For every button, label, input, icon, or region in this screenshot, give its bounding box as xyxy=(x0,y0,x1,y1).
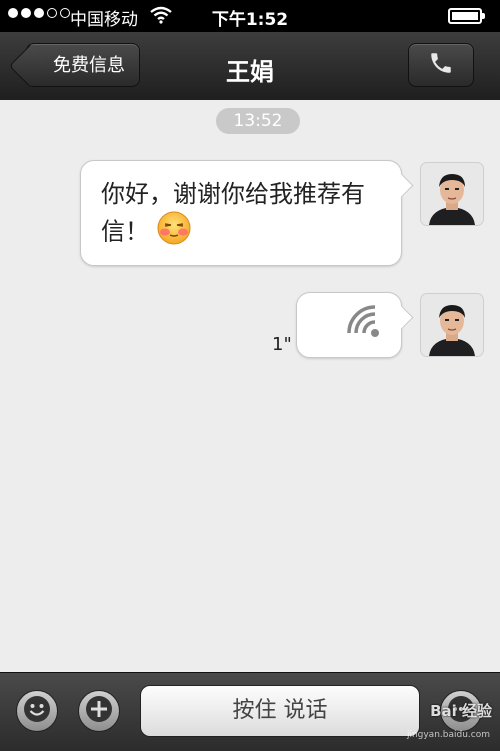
hold-to-talk-button[interactable]: 按住 说话 xyxy=(140,685,420,737)
message-timestamp: 13:52 xyxy=(216,108,300,134)
add-button[interactable] xyxy=(78,690,120,732)
smiley-icon xyxy=(22,694,52,728)
emoji-button[interactable] xyxy=(16,690,58,732)
status-time: 下午1:52 xyxy=(211,10,289,30)
avatar[interactable] xyxy=(421,163,483,225)
voice-wave-icon xyxy=(347,305,383,345)
phone-icon xyxy=(428,50,454,80)
avatar[interactable] xyxy=(421,294,483,356)
text-message-bubble[interactable]: 你好，谢谢你给我推荐有信！ xyxy=(80,160,402,266)
nav-bar: 免费信息 王娟 xyxy=(0,32,500,101)
plus-icon xyxy=(84,694,114,728)
voice-message-bubble[interactable] xyxy=(296,292,402,358)
hold-to-talk-label: 按住 说话 xyxy=(232,698,328,723)
watermark: Bai 经验 xyxy=(430,702,492,720)
status-bar: 中国移动 下午1:52 xyxy=(0,0,500,32)
call-button[interactable] xyxy=(408,43,474,87)
chat-area[interactable]: 13:52 你好，谢谢你给我推荐有信！ 1" xyxy=(0,100,500,672)
voice-duration: 1" xyxy=(272,334,292,355)
message-text: 你好，谢谢你给我推荐有信！ xyxy=(101,180,365,246)
blushing-face-emoji xyxy=(157,211,191,254)
watermark-url: jingyan.baidu.com xyxy=(406,730,490,740)
battery-icon xyxy=(448,8,485,24)
